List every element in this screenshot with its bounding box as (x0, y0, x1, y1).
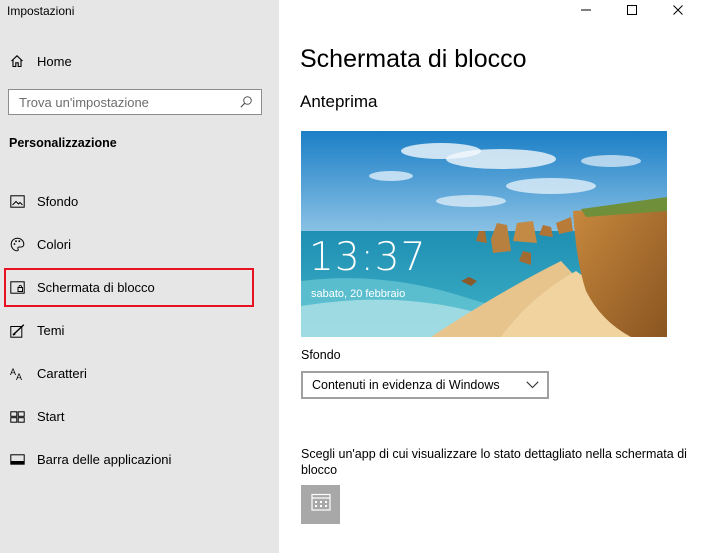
sidebar-item-temi[interactable]: Temi (0, 309, 279, 352)
nav-home[interactable]: Home (0, 46, 279, 76)
preview-clock: 13:37 (309, 235, 427, 280)
minimize-icon (581, 2, 591, 20)
background-dropdown-value: Contenuti in evidenza di Windows (312, 378, 500, 392)
page-title: Schermata di blocco (300, 45, 527, 73)
maximize-icon (627, 2, 637, 20)
preview-heading: Anteprima (300, 92, 378, 111)
search-icon[interactable] (239, 95, 253, 109)
section-title: Personalizzazione (9, 136, 117, 150)
taskbar-icon (9, 452, 25, 468)
sidebar-item-label: Barra delle applicazioni (37, 452, 172, 467)
preview-background-image (301, 131, 667, 337)
brush-icon (9, 323, 25, 339)
sidebar-item-label: Colori (37, 237, 71, 252)
lock-screen-icon (9, 280, 25, 296)
sidebar-item-barra-delle-applicazioni[interactable]: Barra delle applicazioni (0, 438, 279, 481)
palette-icon (9, 237, 25, 253)
home-icon (9, 53, 25, 69)
nav-home-label: Home (37, 53, 72, 69)
close-icon (673, 2, 683, 20)
close-button[interactable] (655, 0, 701, 22)
minimize-button[interactable] (563, 0, 609, 22)
app-status-tile[interactable] (301, 485, 340, 524)
chevron-down-icon (526, 381, 539, 389)
lock-screen-preview: 13:37 sabato, 20 febbraio (301, 131, 667, 337)
sidebar-item-label: Caratteri (37, 366, 87, 381)
sidebar-item-start[interactable]: Start (0, 395, 279, 438)
app-status-description: Scegli un'app di cui visualizzare lo sta… (301, 447, 687, 477)
background-label: Sfondo (301, 348, 341, 362)
svg-text:A: A (16, 372, 22, 381)
sidebar-item-label: Sfondo (37, 194, 79, 209)
calendar-icon (310, 493, 331, 516)
sidebar-item-sfondo[interactable]: Sfondo (0, 180, 279, 223)
start-icon (9, 409, 25, 425)
window-controls (563, 0, 701, 22)
maximize-button[interactable] (609, 0, 655, 22)
nav-list: Sfondo Colori Schermata di blocco Temi A… (0, 180, 279, 481)
sidebar-item-label: Schermata di blocco (37, 280, 155, 295)
search-input[interactable]: Trova un'impostazione (8, 89, 262, 115)
sidebar-item-label: Start (37, 409, 65, 424)
sidebar-item-colori[interactable]: Colori (0, 223, 279, 266)
background-dropdown[interactable]: Contenuti in evidenza di Windows (301, 371, 549, 399)
font-icon: AA (9, 366, 25, 382)
main-content: Schermata di blocco Anteprima 13:37 saba… (279, 0, 701, 553)
sidebar-item-label: Temi (37, 323, 65, 338)
sidebar: Impostazioni Home Trova un'impostazione … (0, 0, 279, 553)
preview-date: sabato, 20 febbraio (311, 288, 406, 300)
picture-icon (9, 194, 25, 210)
sidebar-item-schermata-di-blocco[interactable]: Schermata di blocco (0, 266, 279, 309)
app-title: Impostazioni (7, 4, 75, 18)
sidebar-item-caratteri[interactable]: AA Caratteri (0, 352, 279, 395)
search-placeholder: Trova un'impostazione (19, 94, 149, 110)
